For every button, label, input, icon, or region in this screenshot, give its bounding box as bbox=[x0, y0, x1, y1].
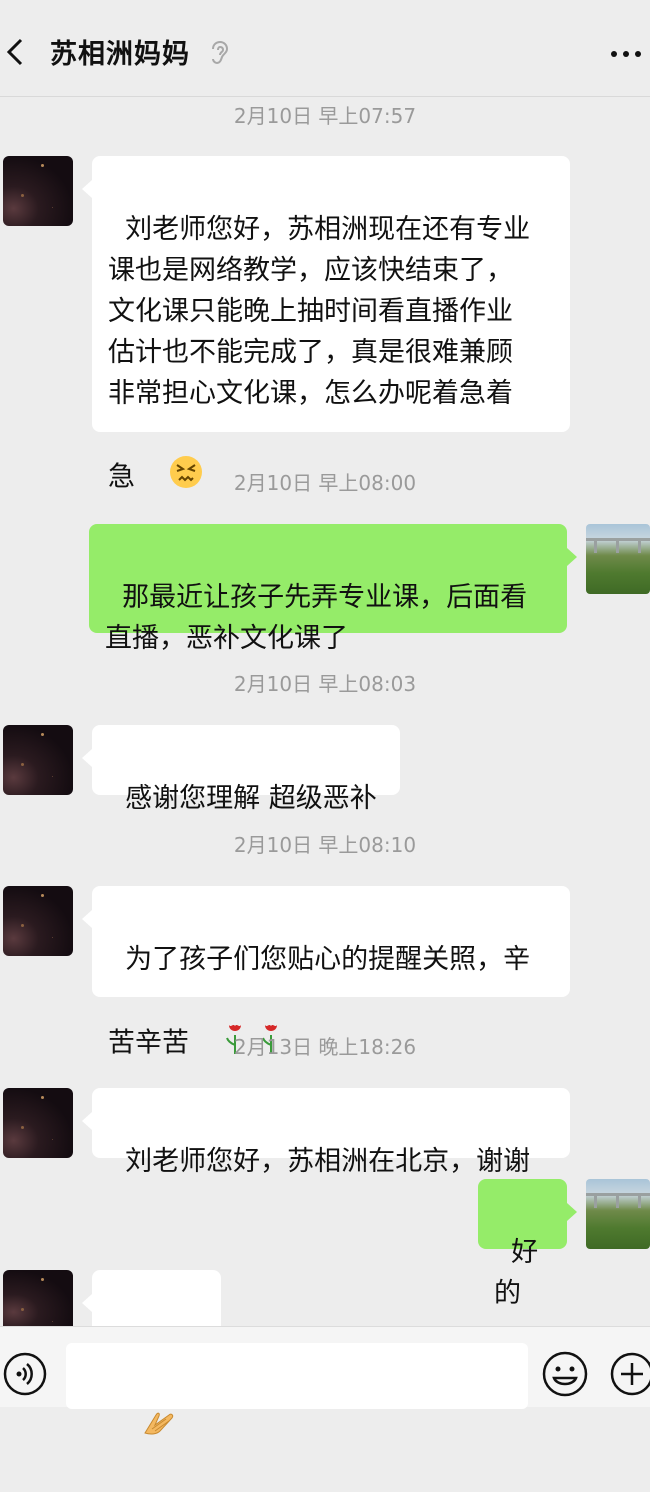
my-avatar[interactable] bbox=[586, 524, 650, 594]
plus-button[interactable] bbox=[610, 1351, 650, 1401]
bubble-tail bbox=[82, 749, 92, 767]
ellipsis-icon bbox=[611, 51, 641, 57]
contact-avatar[interactable] bbox=[3, 1270, 73, 1326]
message-text: 那最近让孩子先弄专业课，后面看 直播，恶补文化课了 bbox=[105, 582, 528, 654]
timestamp: 2月10日 早上08:03 bbox=[233, 672, 417, 696]
voice-icon bbox=[3, 1352, 47, 1396]
contact-avatar[interactable] bbox=[3, 156, 73, 226]
message-text: 刘老师您好，苏相洲在北京，谢谢 bbox=[125, 1146, 531, 1177]
plus-icon bbox=[610, 1352, 650, 1396]
emoji-button[interactable] bbox=[540, 1349, 590, 1403]
input-bar bbox=[0, 1326, 650, 1409]
smiley-icon bbox=[542, 1351, 588, 1397]
bubble-tail bbox=[567, 1203, 577, 1221]
message-bubble-incoming[interactable]: 为了孩子们您贴心的提醒关照，辛 苦辛苦 bbox=[92, 886, 570, 1059]
avatar-bridge-image bbox=[586, 538, 650, 553]
bubble-tail bbox=[82, 180, 92, 198]
message-text: 好的 bbox=[494, 1237, 539, 1309]
message-input[interactable] bbox=[66, 1343, 528, 1409]
message-bubble-incoming[interactable]: 感谢您理解 超级恶补 bbox=[92, 725, 400, 814]
bubble-tail bbox=[82, 910, 92, 928]
timestamp: 2月10日 早上07:57 bbox=[233, 104, 417, 128]
message-bubble-incoming[interactable]: 刘老师您好，苏相洲在北京，谢谢 bbox=[92, 1088, 570, 1177]
bubble-tail bbox=[82, 1112, 92, 1130]
ear-icon bbox=[212, 40, 229, 65]
message-bubble-incoming[interactable]: 谢谢 bbox=[92, 1270, 221, 1435]
message-bubble-outgoing[interactable]: 那最近让孩子先弄专业课，后面看 直播，恶补文化课了 bbox=[89, 524, 567, 654]
back-button[interactable] bbox=[0, 28, 36, 76]
message-bubble-incoming[interactable]: 刘老师您好，苏相洲现在还有专业 课也是网络教学，应该快结束了， 文化课只能晚上抽… bbox=[92, 156, 570, 493]
timestamp: 2月10日 早上08:00 bbox=[233, 471, 417, 495]
contact-avatar[interactable] bbox=[3, 725, 73, 795]
voice-button[interactable] bbox=[2, 1351, 48, 1401]
chevron-left-icon bbox=[6, 38, 23, 66]
message-text: 感谢您理解 超级恶补 bbox=[125, 783, 377, 814]
my-avatar[interactable] bbox=[586, 1179, 650, 1249]
bubble-tail bbox=[82, 1294, 92, 1312]
contact-avatar[interactable] bbox=[3, 1088, 73, 1158]
timestamp: 2月10日 早上08:10 bbox=[233, 833, 417, 857]
chat-header: 苏相洲妈妈 bbox=[0, 0, 650, 97]
contact-avatar[interactable] bbox=[3, 886, 73, 956]
chat-title: 苏相洲妈妈 bbox=[50, 39, 190, 70]
bubble-tail bbox=[567, 548, 577, 566]
avatar-bridge-image bbox=[586, 1193, 650, 1208]
message-bubble-outgoing[interactable]: 好的 bbox=[478, 1179, 567, 1309]
more-button[interactable] bbox=[606, 40, 646, 68]
timestamp: 2月13日 晚上18:26 bbox=[233, 1035, 417, 1059]
